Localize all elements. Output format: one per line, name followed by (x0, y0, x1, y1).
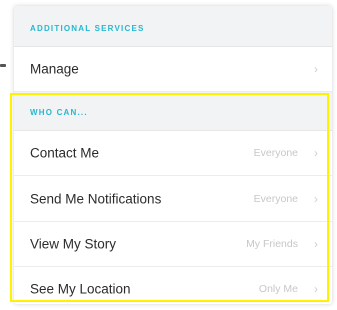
contact-me-value: Everyone (253, 147, 298, 159)
manage-label: Manage (30, 61, 79, 77)
chevron-right-icon: › (314, 62, 318, 76)
who-can-header-text: WHO CAN... (30, 108, 88, 117)
settings-panel: ADDITIONAL SERVICES Manage › WHO CAN... … (14, 6, 332, 304)
chevron-right-icon: › (314, 237, 318, 251)
manage-row[interactable]: Manage › (14, 47, 332, 92)
see-my-location-row[interactable]: See My Location Only Me › (14, 267, 332, 304)
chevron-right-icon: › (314, 281, 318, 296)
see-my-location-label: See My Location (30, 281, 131, 296)
view-my-story-value: My Friends (246, 238, 298, 250)
chevron-right-icon: › (314, 191, 318, 206)
additional-services-header: ADDITIONAL SERVICES (14, 6, 332, 47)
chevron-right-icon: › (314, 146, 318, 160)
additional-services-header-text: ADDITIONAL SERVICES (30, 24, 145, 33)
left-edge-marker (0, 64, 6, 67)
send-me-notifications-row[interactable]: Send Me Notifications Everyone › (14, 176, 332, 222)
contact-me-row[interactable]: Contact Me Everyone › (14, 131, 332, 176)
view-my-story-label: View My Story (30, 236, 117, 252)
see-my-location-value: Only Me (258, 282, 298, 295)
who-can-header: WHO CAN... (14, 92, 332, 131)
view-my-story-row[interactable]: View My Story My Friends › (14, 222, 332, 267)
send-me-notifications-label: Send Me Notifications (30, 191, 162, 206)
contact-me-label: Contact Me (30, 145, 100, 161)
send-me-notifications-value: Everyone (253, 192, 298, 205)
